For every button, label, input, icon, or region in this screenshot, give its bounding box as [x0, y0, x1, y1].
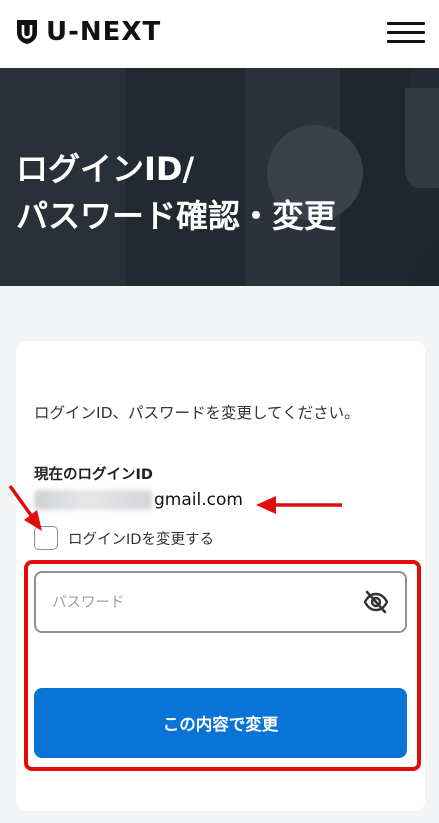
change-id-checkbox[interactable] — [34, 526, 58, 550]
current-id-label: 現在のログインID — [34, 467, 153, 483]
hero-banner: ログインID/ パスワード確認・変更 — [0, 68, 439, 286]
current-id-domain: gmail.com — [154, 490, 243, 510]
password-input[interactable] — [50, 573, 354, 633]
change-id-label: ログインIDを変更する — [68, 531, 214, 548]
settings-card: ログインID、パスワードを変更してください。 現在のログインID gmail.c… — [16, 341, 425, 811]
redacted-username — [34, 490, 152, 510]
logo[interactable]: U-NEXT — [16, 17, 161, 47]
page-title-line2: パスワード確認・変更 — [16, 197, 337, 235]
page-title-line1: ログインID/ — [16, 150, 195, 188]
eye-off-icon[interactable] — [363, 590, 389, 614]
app-header: U-NEXT — [0, 0, 439, 68]
shield-logo-icon — [17, 20, 37, 44]
password-field[interactable] — [34, 571, 407, 633]
current-login-id: gmail.com — [34, 490, 243, 510]
submit-button[interactable]: この内容で変更 — [34, 688, 407, 758]
logo-text: U-NEXT — [46, 17, 162, 47]
hamburger-icon[interactable] — [387, 19, 425, 47]
page-title: ログインID/ パスワード確認・変更 — [16, 146, 336, 240]
change-id-toggle[interactable]: ログインIDを変更する — [34, 526, 214, 550]
form-description: ログインID、パスワードを変更してください。 — [34, 404, 360, 422]
